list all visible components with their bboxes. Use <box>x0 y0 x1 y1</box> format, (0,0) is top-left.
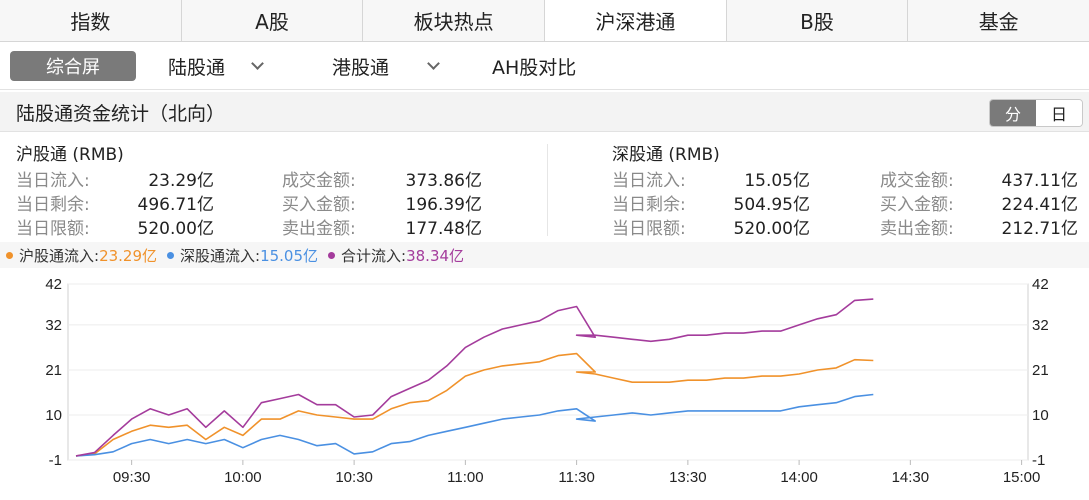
stat-label: 当日剩余: <box>612 195 686 215</box>
legend-item-sz: 深股通流入: 15.05亿 <box>167 245 318 266</box>
x-tick-label: 14:30 <box>892 469 930 486</box>
tab-connect[interactable]: 沪深港通 <box>545 0 727 41</box>
legend-value: 38.34亿 <box>406 246 465 265</box>
stat-label: 当日剩余: <box>16 195 90 215</box>
panel-header: 陆股通资金统计（北向） 分 日 <box>0 92 1089 132</box>
chart-series <box>75 298 874 457</box>
x-tick-label: 11:00 <box>447 469 483 486</box>
stat-label: 当日限额: <box>16 219 90 239</box>
stat-row: 当日剩余: 504.95亿 买入金额: 224.41亿 <box>612 190 1082 215</box>
tab-a-shares[interactable]: A股 <box>182 0 364 41</box>
x-tick-label: 14:00 <box>780 469 818 486</box>
stat-label: 成交金额: <box>880 171 954 191</box>
y-tick-label-left: 42 <box>45 276 62 293</box>
y-tick-label-right: 21 <box>1032 362 1049 379</box>
stat-label: 卖出金额: <box>880 219 954 239</box>
legend-item-sh: 沪股通流入: 23.29亿 <box>6 245 157 266</box>
plot-frame <box>67 283 1029 461</box>
chevron-down-icon <box>427 56 440 70</box>
sh-connect-header: 沪股通 (RMB) <box>16 145 124 165</box>
y-tick-label-left: 10 <box>45 407 62 424</box>
stat-value: 212.71亿 <box>1001 219 1078 239</box>
stat-label: 当日限额: <box>612 219 686 239</box>
stat-label: 买入金额: <box>282 195 356 215</box>
legend-dot-icon <box>6 251 13 259</box>
sz-connect-header: 深股通 (RMB) <box>612 145 720 165</box>
y-tick-label-right: -1 <box>1032 452 1045 469</box>
sub-navigation: 综合屏 陆股通 港股通 AH股对比 <box>0 42 1089 90</box>
stat-value: 520.00亿 <box>137 219 214 239</box>
x-tick-label: 11:30 <box>558 469 594 486</box>
stat-label: 当日流入: <box>612 171 686 191</box>
southbound-dropdown[interactable]: 港股通 <box>332 42 440 90</box>
legend-name: 深股通流入: <box>180 246 261 265</box>
x-tick-label: 15:00 <box>1003 469 1041 486</box>
legend-dot-icon <box>328 251 336 259</box>
sh-connect-stats: 沪股通 (RMB) 当日流入: 23.29亿 成交金额: 373.86亿 当日剩… <box>16 134 496 242</box>
southbound-label: 港股通 <box>332 56 390 79</box>
stat-value: 177.48亿 <box>405 219 482 239</box>
tab-sector-hot[interactable]: 板块热点 <box>363 0 546 41</box>
stat-value: 504.95亿 <box>733 195 810 215</box>
sz-connect-stats: 深股通 (RMB) 当日流入: 15.05亿 成交金额: 437.11亿 当日剩… <box>612 134 1082 242</box>
stat-label: 当日流入: <box>16 171 90 191</box>
stat-row: 当日流入: 15.05亿 成交金额: 437.11亿 <box>612 166 1082 191</box>
panel-title: 陆股通资金统计（北向） <box>16 102 226 125</box>
composite-screen-button[interactable]: 综合屏 <box>10 51 136 81</box>
stat-value: 373.86亿 <box>405 171 482 191</box>
chart-legend: 沪股通流入: 23.29亿 深股通流入: 15.05亿 合计流入: 38.34亿 <box>0 242 1089 268</box>
x-tick-label: 10:00 <box>224 469 262 486</box>
daily-toggle-button[interactable]: 日 <box>1036 100 1082 126</box>
stat-row: 当日流入: 23.29亿 成交金额: 373.86亿 <box>16 166 496 191</box>
northbound-label: 陆股通 <box>168 56 226 79</box>
legend-item-total: 合计流入: 38.34亿 <box>328 245 464 266</box>
stat-value: 23.29亿 <box>148 171 214 191</box>
y-tick-label-left: -1 <box>49 452 62 469</box>
stat-value: 437.11亿 <box>1001 171 1078 191</box>
ah-compare-link[interactable]: AH股对比 <box>492 42 576 90</box>
period-toggle: 分 日 <box>989 99 1083 127</box>
chevron-down-icon <box>251 56 264 70</box>
y-tick-label-right: 32 <box>1032 317 1049 334</box>
ah-compare-label: AH股对比 <box>492 56 577 79</box>
stat-value: 196.39亿 <box>405 195 482 215</box>
y-tick-label-right: 10 <box>1032 407 1049 424</box>
stat-row: 当日限额: 520.00亿 卖出金额: 212.71亿 <box>612 214 1082 239</box>
chart-gridlines <box>67 283 1029 461</box>
x-tick-label: 09:30 <box>113 469 151 486</box>
stat-label: 卖出金额: <box>282 219 356 239</box>
x-tick-label: 13:30 <box>669 469 707 486</box>
stat-value: 15.05亿 <box>744 171 810 191</box>
y-tick-label-right: 42 <box>1032 276 1049 293</box>
stat-label: 成交金额: <box>282 171 356 191</box>
legend-value: 15.05亿 <box>260 246 319 265</box>
series-line-sz <box>75 393 874 457</box>
legend-dot-icon <box>167 251 175 259</box>
stat-row: 当日剩余: 496.71亿 买入金额: 196.39亿 <box>16 190 496 215</box>
northbound-dropdown[interactable]: 陆股通 <box>168 42 264 90</box>
flow-line-chart: 42 42 32 32 21 21 10 10 -1 -1 09:30 10:00 10:30 11:00… <box>45 276 1048 486</box>
stat-value: 224.41亿 <box>1001 195 1078 215</box>
legend-value: 23.29亿 <box>99 246 158 265</box>
tab-funds[interactable]: 基金 <box>908 0 1089 41</box>
legend-name: 沪股通流入: <box>19 246 100 265</box>
stat-value: 520.00亿 <box>733 219 810 239</box>
stat-value: 496.71亿 <box>137 195 214 215</box>
stats-divider <box>547 144 548 236</box>
tab-b-shares[interactable]: B股 <box>727 0 909 41</box>
minute-toggle-button[interactable]: 分 <box>990 100 1036 126</box>
tab-index[interactable]: 指数 <box>0 0 182 41</box>
stat-label: 买入金额: <box>880 195 954 215</box>
market-tabs: 指数 A股 板块热点 沪深港通 B股 基金 <box>0 0 1089 42</box>
stat-row: 当日限额: 520.00亿 卖出金额: 177.48亿 <box>16 214 496 239</box>
x-tick-label: 10:30 <box>335 469 373 486</box>
y-tick-label-left: 21 <box>45 362 62 379</box>
y-tick-label-left: 32 <box>45 317 62 334</box>
chart-axes: 42 42 32 32 21 21 10 10 -1 -1 09:30 10:00 10:30 11:00… <box>45 276 1048 486</box>
legend-name: 合计流入: <box>341 246 407 265</box>
